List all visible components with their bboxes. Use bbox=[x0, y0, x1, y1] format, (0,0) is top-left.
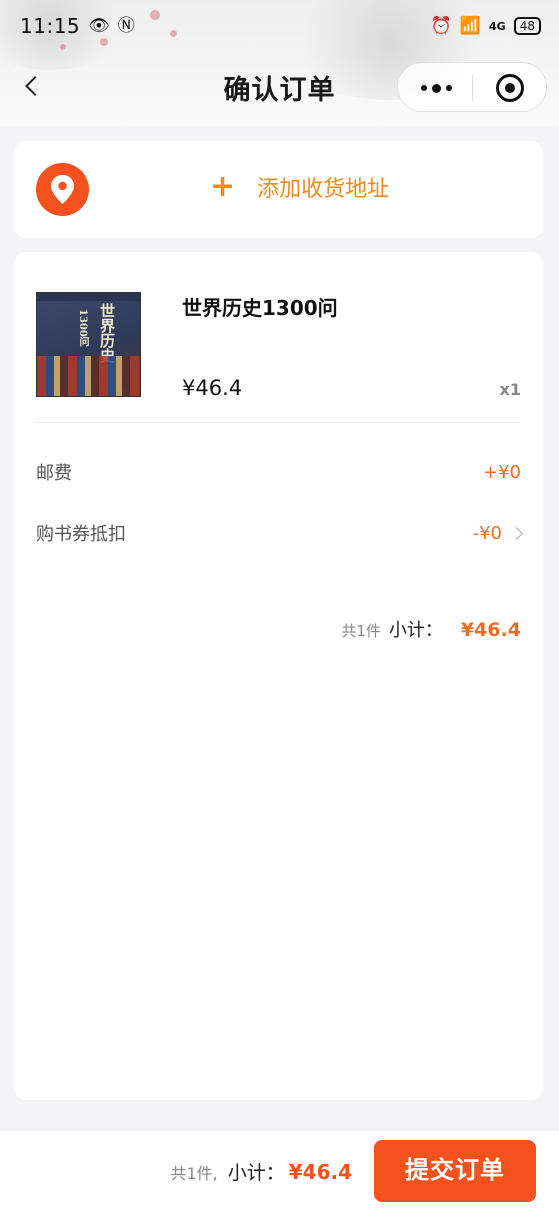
battery-indicator: 48 bbox=[513, 17, 541, 35]
capsule-divider bbox=[472, 75, 473, 101]
subtotal-label: 小计： bbox=[388, 620, 443, 641]
footer-total-amount: ¥46.4 bbox=[288, 1160, 352, 1184]
more-menu-button[interactable] bbox=[416, 76, 456, 100]
shipping-fee-label: 邮费 bbox=[36, 463, 72, 484]
header-background: 11:15 👁 Ⓝ ⏰ 📶 4G 48 确认订单 bbox=[0, 0, 559, 126]
cover-band bbox=[37, 293, 140, 301]
add-address-label: 添加收货地址 bbox=[257, 177, 390, 202]
order-card: 世界历史 1300问 世界历史1300问 ¥46.4 x1 邮费 +¥0 购书券… bbox=[14, 252, 543, 1100]
close-program-button[interactable] bbox=[496, 74, 524, 102]
book-price: ¥46.4 bbox=[182, 376, 243, 400]
add-address-card[interactable]: + 添加收货地址 bbox=[14, 141, 543, 238]
eye-icon: 👁 bbox=[88, 15, 110, 36]
divider bbox=[36, 422, 521, 423]
book-quantity: x1 bbox=[499, 380, 521, 399]
coupon-deduction-value: -¥0 bbox=[472, 522, 502, 544]
nav-bar: 确认订单 bbox=[0, 58, 559, 114]
cover-title: 世界历史 bbox=[98, 303, 116, 363]
card-subtotal: 共1件 小计： ¥46.4 bbox=[341, 616, 521, 642]
mini-program-capsule bbox=[397, 62, 547, 112]
cover-subtitle: 1300问 bbox=[77, 309, 88, 347]
plus-icon: + bbox=[210, 169, 236, 204]
chevron-right-icon bbox=[510, 526, 523, 540]
subtotal-amount: ¥46.4 bbox=[460, 619, 521, 641]
more-dot-icon bbox=[445, 85, 452, 91]
checkout-bar: 共1件, 小计： ¥46.4 提交订单 bbox=[0, 1131, 559, 1211]
submit-order-button[interactable]: 提交订单 bbox=[374, 1140, 536, 1202]
alarm-icon: ⏰ bbox=[430, 15, 452, 36]
shipping-fee-row: 邮费 +¥0 bbox=[36, 457, 521, 487]
coupon-deduction-row[interactable]: 购书券抵扣 -¥0 bbox=[36, 518, 523, 548]
footer-item-count: 共1件, bbox=[170, 1164, 218, 1183]
item-count: 共1件 bbox=[341, 622, 381, 640]
shipping-fee-value: +¥0 bbox=[483, 461, 521, 483]
nfc-icon: Ⓝ bbox=[117, 15, 135, 36]
status-bar: 11:15 👁 Ⓝ ⏰ 📶 4G 48 bbox=[0, 0, 559, 52]
status-time: 11:15 bbox=[20, 14, 81, 38]
location-pin-icon bbox=[36, 163, 89, 216]
footer-subtotal-label: 小计： bbox=[227, 1162, 285, 1184]
book-cover-image[interactable]: 世界历史 1300问 bbox=[36, 292, 141, 397]
add-address-button[interactable]: + 添加收货地址 bbox=[210, 171, 389, 203]
wifi-icon: 📶 bbox=[459, 15, 482, 36]
more-dot-icon bbox=[431, 83, 441, 93]
footer-summary: 共1件, 小计： ¥46.4 bbox=[170, 1158, 352, 1185]
coupon-deduction-label: 购书券抵扣 bbox=[36, 524, 126, 545]
network-label: 4G bbox=[489, 19, 506, 33]
more-dot-icon bbox=[420, 85, 427, 91]
cover-figures bbox=[37, 356, 140, 396]
book-title[interactable]: 世界历史1300问 bbox=[182, 292, 338, 321]
